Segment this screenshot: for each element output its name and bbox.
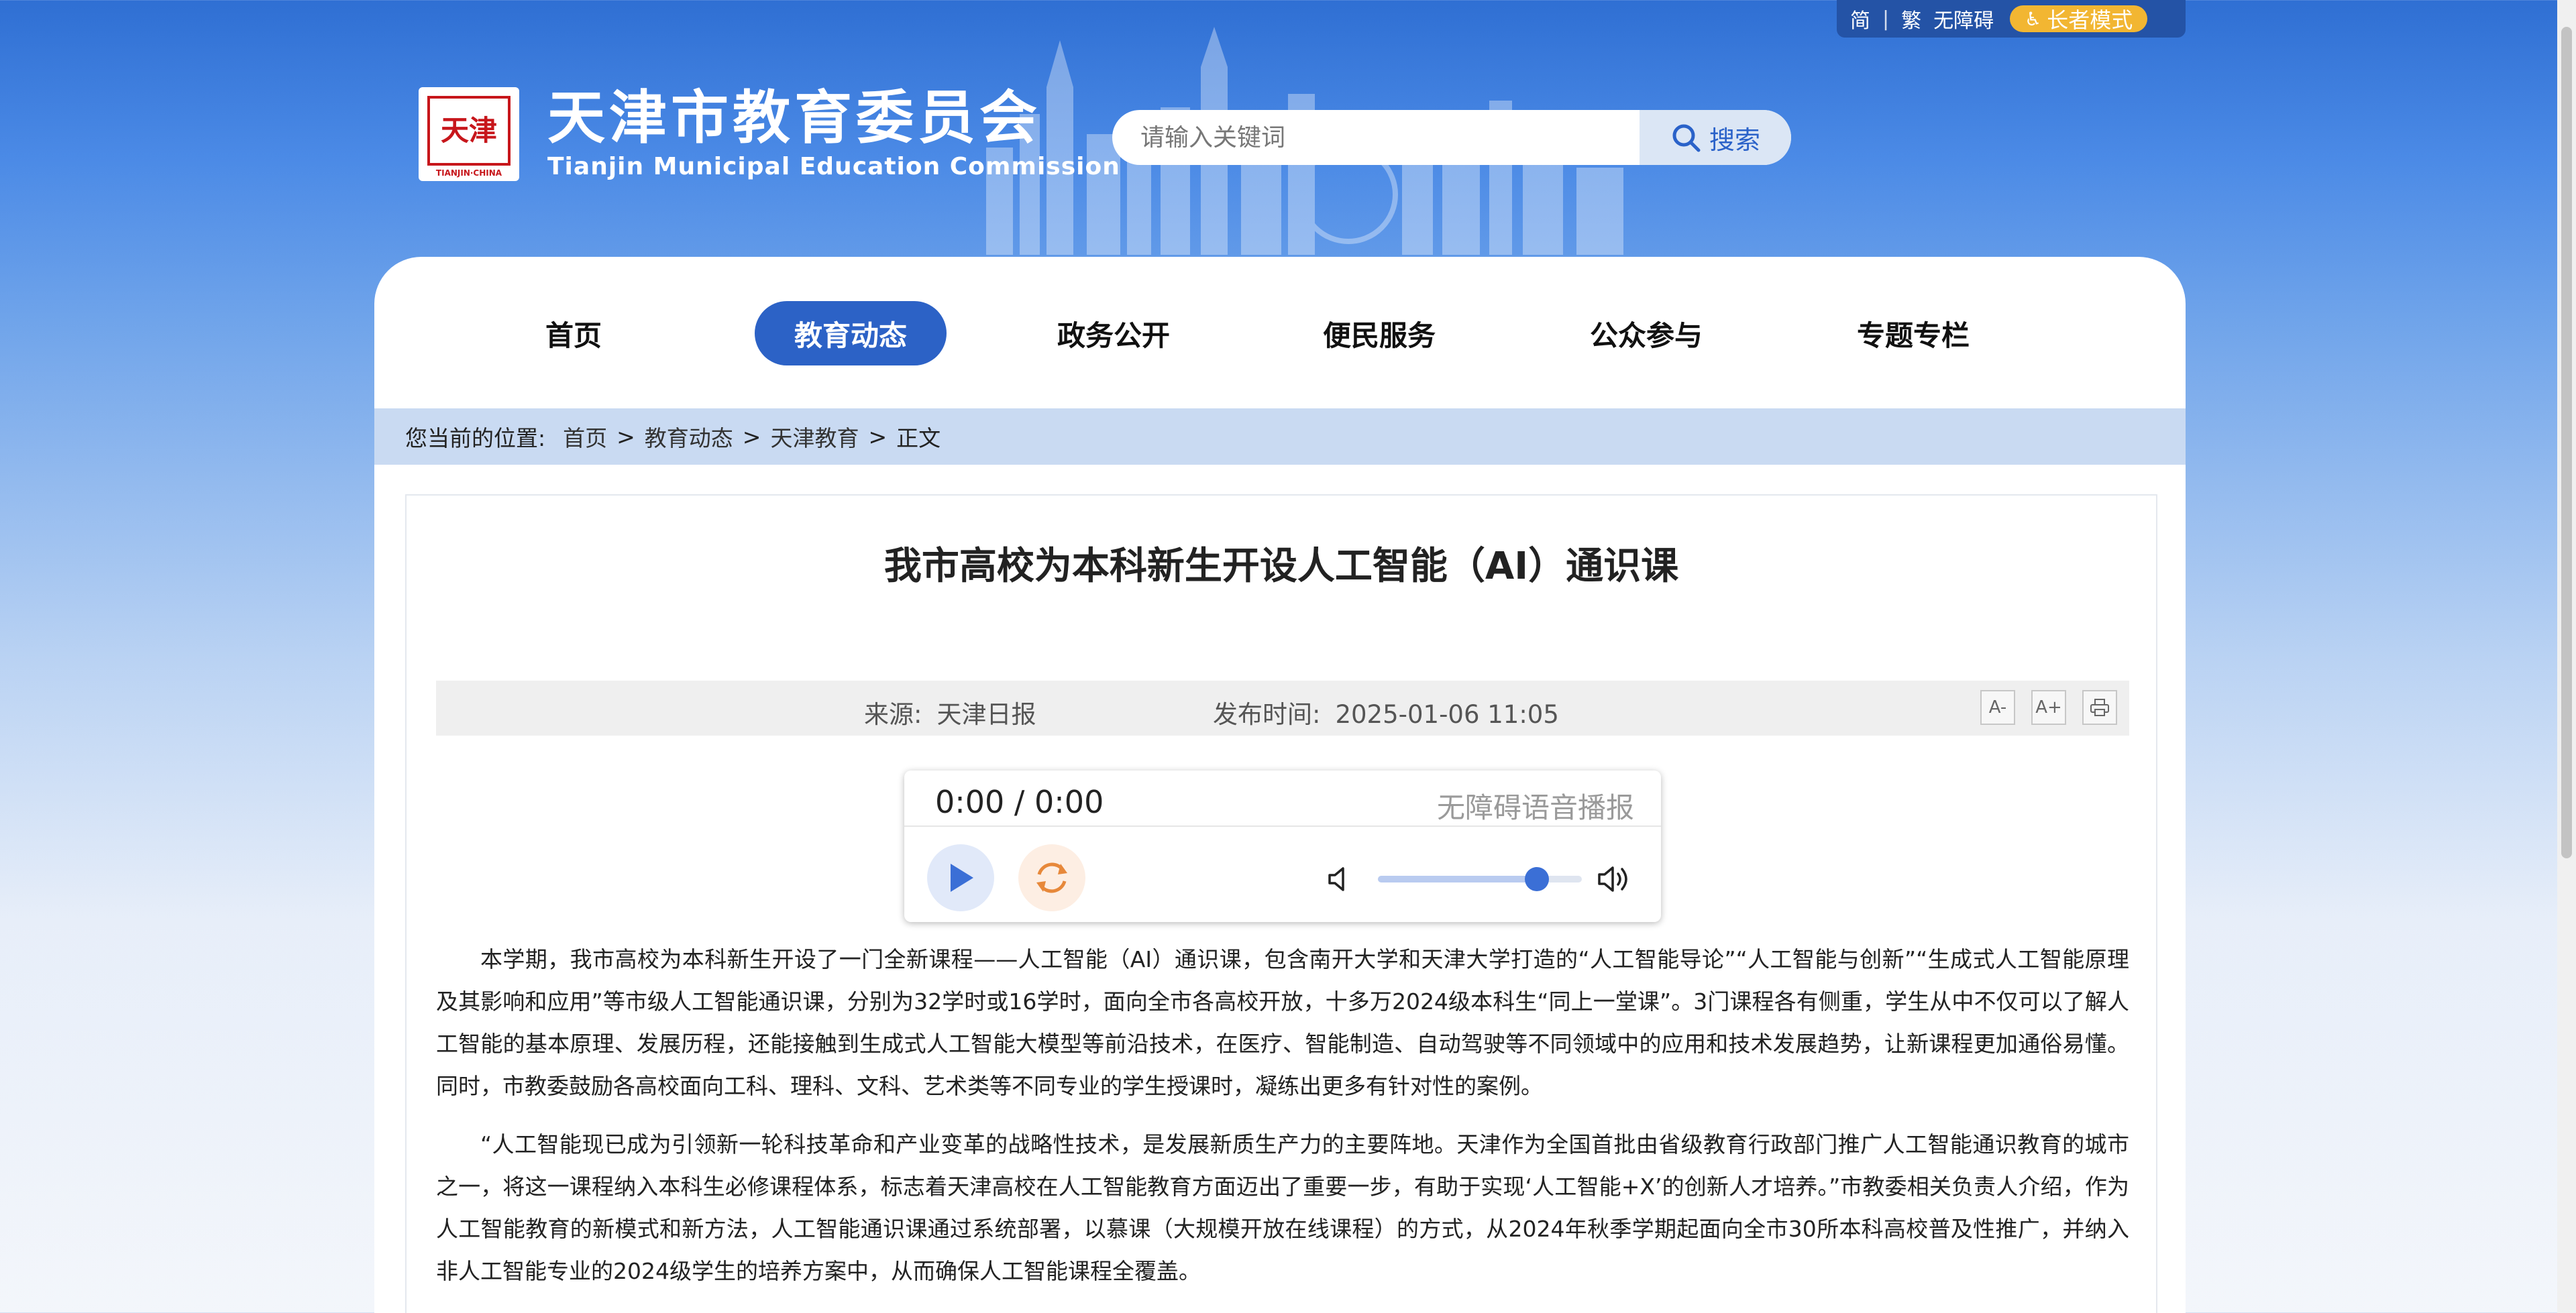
volume-slider-handle[interactable]: [1525, 867, 1550, 891]
article-meta-bar: 来源: 天津日报 发布时间: 2025-01-06 11:05 A- A+: [436, 681, 2129, 736]
audio-player: 0:00 / 0:00 无障碍语音播报: [904, 770, 1661, 922]
article-container: 我市高校为本科新生开设人工智能（AI）通识课 来源: 天津日报 发布时间: 2025…: [405, 494, 2157, 1313]
play-icon: [951, 864, 973, 892]
main-panel: 首页 教育动态 政务公开 便民服务 公众参与 专题专栏 您当前的位置: 首页 >…: [374, 257, 2186, 1313]
volume-high-icon[interactable]: [1595, 862, 1633, 897]
breadcrumb-current: 正文: [896, 425, 941, 451]
main-navigation: 首页 教育动态 政务公开 便民服务 公众参与 专题专栏: [374, 257, 2186, 408]
replay-button[interactable]: [1018, 844, 1085, 911]
vertical-scrollbar[interactable]: [2557, 0, 2576, 1313]
article-source: 来源: 天津日报: [864, 694, 1036, 730]
search-bar: 搜索: [1112, 110, 1791, 165]
article-publish-time: 发布时间: 2025-01-06 11:05: [1213, 694, 1559, 730]
nav-education-news[interactable]: 教育动态: [755, 301, 947, 365]
article-paragraph: “人工智能现已成为引领新一轮科技革命和产业变革的战略性技术，是发展新质生产力的主…: [436, 1131, 2129, 1284]
elder-mode-label: 长者模式: [2047, 7, 2133, 33]
accessibility-link[interactable]: 无障碍: [1933, 4, 1994, 34]
breadcrumb-separator: >: [616, 423, 635, 450]
seal-mark: 天津: [427, 96, 511, 166]
player-divider: [904, 825, 1661, 827]
nav-home[interactable]: 首页: [517, 301, 631, 365]
font-decrease-icon: A-: [1988, 697, 2007, 718]
breadcrumb-home[interactable]: 首页: [563, 420, 607, 453]
site-title-english: Tianjin Municipal Education Commission: [547, 152, 1120, 180]
search-button-label: 搜索: [1709, 125, 1760, 155]
breadcrumb-label: 您当前的位置:: [405, 425, 546, 451]
site-title-chinese: 天津市教育委员会: [547, 84, 1041, 152]
breadcrumb-tianjin-education[interactable]: 天津教育: [770, 420, 859, 453]
time-value: 2025-01-06 11:05: [1335, 700, 1559, 729]
audio-time-display: 0:00 / 0:00: [935, 784, 1104, 820]
traditional-chinese-link[interactable]: 繁: [1901, 4, 1921, 34]
volume-low-icon[interactable]: [1326, 864, 1355, 894]
font-increase-icon: A+: [2035, 697, 2062, 718]
print-button[interactable]: [2082, 690, 2117, 725]
scrollbar-thumb[interactable]: [2561, 27, 2572, 858]
top-utility-bar: 简 | 繁 无障碍 ♿ 长者模式: [1837, 0, 2186, 38]
font-increase-button[interactable]: A+: [2031, 690, 2066, 725]
topbar-separator: |: [1882, 7, 1890, 31]
search-input[interactable]: [1112, 110, 1640, 165]
article-paragraph: 本学期，我市高校为本科新生开设了一门全新课程——人工智能（AI）通识课，包含南开…: [436, 946, 2129, 1099]
volume-slider[interactable]: [1378, 867, 1582, 891]
breadcrumb-separator: >: [868, 423, 888, 450]
elder-mode-button[interactable]: ♿ 长者模式: [2010, 5, 2148, 33]
breadcrumb: 您当前的位置: 首页 > 教育动态 > 天津教育 > 正文: [374, 408, 2186, 465]
article-title: 我市高校为本科新生开设人工智能（AI）通识课: [883, 545, 1679, 588]
nav-government-affairs[interactable]: 政务公开: [1038, 301, 1189, 365]
refresh-icon: [1036, 862, 1067, 893]
volume-fill: [1378, 876, 1538, 882]
play-button[interactable]: [927, 844, 994, 911]
simplified-chinese-link[interactable]: 简: [1850, 4, 1870, 34]
seal-english: TIANJIN·CHINA: [435, 168, 502, 178]
article-body: 本学期，我市高校为本科新生开设了一门全新课程——人工智能（AI）通识课，包含南开…: [436, 938, 2129, 1308]
nav-public-participation[interactable]: 公众参与: [1571, 301, 1721, 365]
source-value: 天津日报: [936, 700, 1036, 729]
breadcrumb-separator: >: [742, 423, 761, 450]
source-label: 来源:: [864, 700, 922, 729]
elder-person-icon: ♿: [2025, 7, 2042, 30]
font-decrease-button[interactable]: A-: [1980, 690, 2015, 725]
nav-public-services[interactable]: 便民服务: [1304, 301, 1454, 365]
breadcrumb-education-news[interactable]: 教育动态: [645, 420, 733, 453]
logo-text: 天津市教育委员会 Tianjin Municipal Education Com…: [547, 88, 1120, 180]
time-label: 发布时间:: [1213, 700, 1321, 729]
search-icon: [1672, 124, 1701, 152]
nav-special-topics[interactable]: 专题专栏: [1838, 301, 1988, 365]
search-button[interactable]: 搜索: [1640, 110, 1791, 165]
site-logo[interactable]: 天津 TIANJIN·CHINA 天津市教育委员会 Tianjin Munici…: [419, 87, 1120, 181]
audio-player-label: 无障碍语音播报: [1436, 791, 1634, 824]
tianjin-seal-logo: 天津 TIANJIN·CHINA: [419, 87, 519, 181]
print-icon: [2090, 699, 2109, 716]
